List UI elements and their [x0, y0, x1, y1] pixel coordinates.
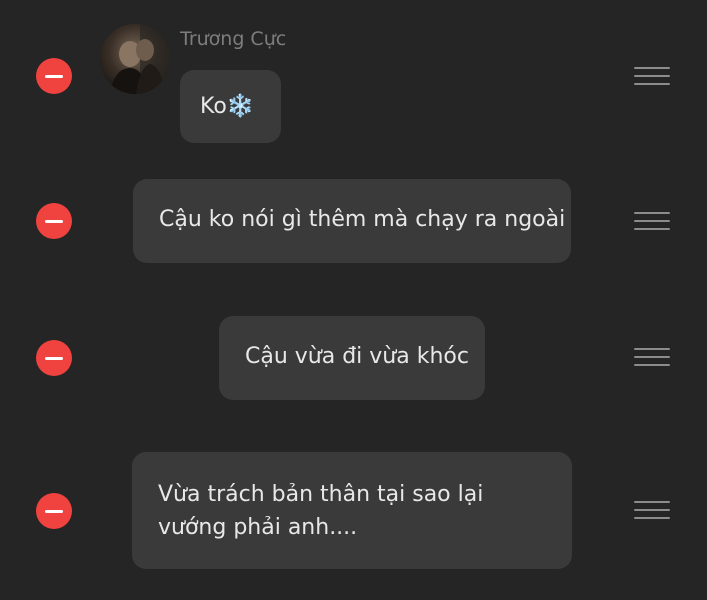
drag-handle-line — [634, 75, 670, 77]
delete-message-3-button[interactable] — [36, 340, 72, 376]
delete-message-2-button[interactable] — [36, 203, 72, 239]
message-edit-list: Trương Cực Ko❄️ Cậu ko nói gì thêm mà ch… — [0, 0, 707, 600]
minus-icon — [45, 356, 63, 360]
minus-icon — [45, 509, 63, 513]
message-text-1: Ko — [200, 94, 227, 119]
drag-handle-1[interactable] — [634, 67, 670, 87]
minus-icon — [45, 74, 63, 78]
drag-handle-line — [634, 228, 670, 230]
drag-handle-icon — [634, 501, 670, 503]
drag-handle-line — [634, 509, 670, 511]
drag-handle-icon — [634, 67, 670, 69]
sender-name: Trương Cực — [180, 28, 287, 50]
drag-handle-4[interactable] — [634, 501, 670, 521]
drag-handle-3[interactable] — [634, 348, 670, 368]
minus-icon — [45, 219, 63, 223]
avatar — [100, 24, 170, 94]
delete-message-4-button[interactable] — [36, 493, 72, 529]
avatar-photo-icon — [100, 24, 170, 94]
message-bubble-2[interactable]: Cậu ko nói gì thêm mà chạy ra ngoài — [133, 179, 571, 263]
drag-handle-line — [634, 356, 670, 358]
message-bubble-3[interactable]: Cậu vừa đi vừa khóc — [219, 316, 485, 400]
drag-handle-line — [634, 517, 670, 519]
message-text-3: Cậu vừa đi vừa khóc — [245, 344, 469, 369]
drag-handle-line — [634, 364, 670, 366]
snowflake-emoji-icon: ❄️ — [226, 94, 255, 119]
delete-message-1-button[interactable] — [36, 58, 72, 94]
drag-handle-line — [634, 83, 670, 85]
drag-handle-icon — [634, 348, 670, 350]
message-bubble-4[interactable]: Vừa trách bản thân tại sao lại vướng phả… — [132, 452, 572, 569]
message-text-2: Cậu ko nói gì thêm mà chạy ra ngoài — [159, 207, 566, 232]
message-bubble-1[interactable]: Ko❄️ — [180, 70, 281, 143]
drag-handle-line — [634, 220, 670, 222]
drag-handle-2[interactable] — [634, 212, 670, 232]
message-text-4: Vừa trách bản thân tại sao lại vướng phả… — [158, 482, 484, 540]
drag-handle-icon — [634, 212, 670, 214]
